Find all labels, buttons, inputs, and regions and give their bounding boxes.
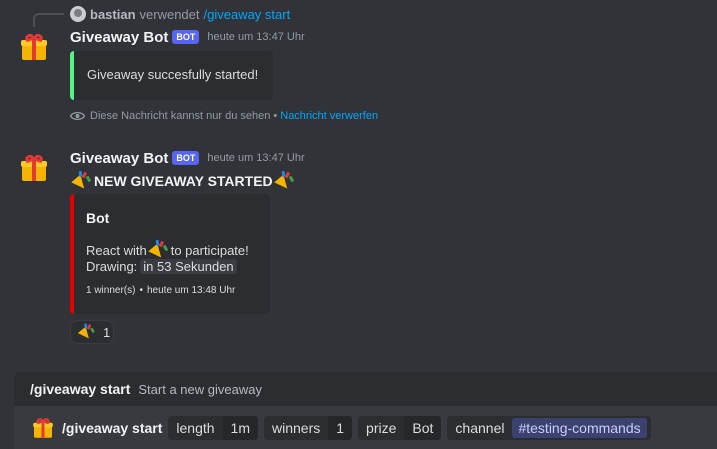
reply-username[interactable]: bastian (90, 7, 136, 22)
bot-avatar[interactable] (14, 148, 54, 188)
reply-spine (33, 13, 64, 27)
option-winners[interactable]: winners 1 (264, 415, 353, 440)
reply-command[interactable]: /giveaway start (204, 7, 291, 22)
composer-command: /giveaway start (62, 419, 163, 436)
option-name: length (176, 419, 215, 436)
eye-icon (70, 111, 85, 121)
chat-view: bastian verwendet /giveaway start Giveaw… (0, 0, 717, 449)
channel-mention[interactable]: #testing-commands (512, 417, 647, 438)
command-suggestion[interactable]: /giveaway start Start a new giveaway (14, 372, 717, 406)
giveaway-headline: NEW GIVEAWAY STARTED (70, 170, 297, 193)
message-timestamp: heute um 13:47 Uhr (207, 152, 305, 164)
embed-title: Bot (86, 210, 110, 226)
reply-avatar[interactable] (70, 6, 86, 22)
suggestion-description: Start a new giveaway (138, 381, 262, 397)
author-name[interactable]: Giveaway Bot (70, 150, 168, 167)
giveaway-embed: Bot React with to participate! Drawing: … (70, 194, 270, 314)
message-header: Giveaway Bot BOT heute um 13:47 Uhr (70, 27, 305, 47)
footer-separator: • (139, 285, 143, 296)
gift-icon (21, 32, 47, 60)
embed-react-line: React with to participate! (86, 239, 249, 262)
embed-description: Giveaway succesfully started! (87, 67, 259, 82)
drawing-label: Drawing: (86, 259, 138, 274)
message-composer[interactable]: /giveaway start length 1m winners 1 priz… (14, 406, 717, 449)
gift-icon (33, 416, 53, 438)
embed-drawing-line: Drawing: in 53 Sekunden (86, 259, 237, 274)
reply-verb: verwendet (139, 6, 200, 22)
react-suffix: to participate! (170, 242, 249, 258)
success-embed: Giveaway succesfully started! (70, 51, 273, 100)
option-name: prize (366, 419, 397, 436)
option-value[interactable]: Bot (404, 415, 442, 440)
react-prefix: React with (86, 242, 147, 258)
author-name[interactable]: Giveaway Bot (70, 29, 168, 46)
suggestion-command-name: /giveaway start (30, 381, 131, 397)
footer-winners: 1 winner(s) (86, 285, 136, 296)
option-length[interactable]: length 1m (168, 415, 258, 440)
option-name: winners (272, 419, 321, 436)
embed-footer: 1 winner(s) • heute um 13:48 Uhr (86, 285, 235, 296)
ephemeral-text: Diese Nachricht kannst nur du sehen (90, 110, 271, 122)
footer-time: heute um 13:48 Uhr (146, 285, 236, 296)
reply-reference[interactable]: bastian verwendet /giveaway start (70, 5, 290, 23)
tada-icon (77, 323, 96, 342)
ephemeral-separator: • (273, 110, 278, 122)
option-value[interactable]: 1 (328, 415, 353, 440)
bot-avatar[interactable] (14, 27, 54, 67)
message-header: Giveaway Bot BOT heute um 13:47 Uhr (70, 148, 305, 168)
option-prize[interactable]: prize Bot (358, 415, 442, 440)
gift-icon (21, 153, 47, 181)
bot-badge: BOT (172, 151, 200, 165)
message-timestamp: heute um 13:47 Uhr (207, 31, 305, 43)
ephemeral-notice: Diese Nachricht kannst nur du sehen • Na… (70, 108, 378, 124)
headline-text: NEW GIVEAWAY STARTED (94, 173, 273, 189)
bot-badge: BOT (172, 30, 200, 44)
drawing-countdown: in 53 Sekunden (140, 259, 237, 274)
option-value[interactable]: 1m (222, 415, 258, 440)
tada-icon (147, 239, 169, 262)
reaction-count: 1 (103, 324, 111, 340)
dismiss-message-link[interactable]: Nachricht verwerfen (280, 110, 378, 122)
option-name: channel (455, 419, 505, 436)
tada-reaction[interactable]: 1 (70, 320, 114, 344)
tada-icon (273, 170, 295, 193)
tada-icon (71, 170, 92, 193)
option-channel[interactable]: channel #testing-commands (447, 415, 651, 440)
